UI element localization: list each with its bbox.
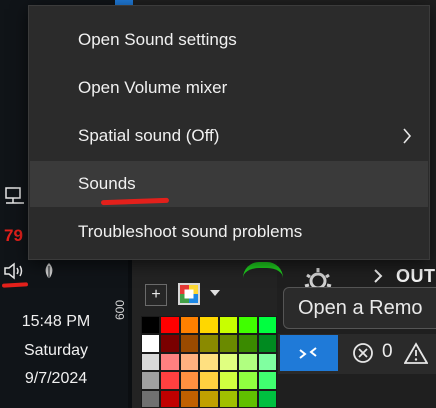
network-icon[interactable]: [3, 186, 27, 208]
color-swatch[interactable]: [238, 334, 258, 353]
menu-item-label: Open Sound settings: [78, 30, 237, 49]
clock-time[interactable]: 15:48 PM: [0, 313, 112, 331]
menu-item-open-volume-mixer[interactable]: Open Volume mixer: [30, 65, 428, 111]
menu-item-spatial-sound[interactable]: Spatial sound (Off): [30, 113, 428, 159]
chevron-right-icon[interactable]: [373, 268, 383, 284]
color-swatch[interactable]: [238, 316, 258, 335]
color-swatch[interactable]: [141, 334, 161, 353]
color-swatch[interactable]: [199, 389, 219, 408]
add-color-button[interactable]: +: [145, 284, 167, 306]
volume-context-menu: Open Sound settings Open Volume mixer Sp…: [28, 5, 430, 260]
color-swatch[interactable]: [199, 371, 219, 390]
color-swatch[interactable]: [141, 389, 161, 408]
chevron-right-icon: [403, 128, 412, 144]
color-swatch[interactable]: [218, 316, 239, 335]
color-swatch[interactable]: [179, 352, 200, 372]
color-swatch[interactable]: [179, 389, 200, 408]
color-swatch[interactable]: [199, 316, 219, 335]
color-swatch[interactable]: [257, 334, 277, 353]
palette-icon[interactable]: [178, 283, 200, 305]
menu-item-troubleshoot[interactable]: Troubleshoot sound problems: [30, 209, 428, 255]
color-swatch[interactable]: [160, 352, 180, 372]
color-swatch[interactable]: [199, 352, 219, 372]
output-section-label[interactable]: OUT: [396, 266, 436, 287]
menu-item-label: Open Volume mixer: [78, 78, 228, 97]
color-swatch[interactable]: [257, 316, 277, 335]
remote-tooltip: Open a Remo: [283, 287, 436, 329]
color-swatch[interactable]: [218, 371, 239, 390]
color-swatch[interactable]: [141, 371, 161, 390]
feather-icon[interactable]: [42, 262, 56, 280]
clock-date[interactable]: 9/7/2024: [0, 370, 112, 388]
clock-day[interactable]: Saturday: [0, 342, 112, 360]
color-swatch[interactable]: [238, 352, 258, 372]
color-swatch[interactable]: [257, 389, 277, 408]
color-swatch[interactable]: [257, 371, 277, 390]
menu-item-label: Spatial sound (Off): [78, 126, 220, 145]
color-swatch[interactable]: [179, 334, 200, 353]
error-icon[interactable]: [352, 342, 374, 364]
color-swatch[interactable]: [238, 389, 258, 408]
ruler-value: 600: [113, 299, 127, 320]
tray-red-number: 79: [4, 226, 23, 245]
color-swatch[interactable]: [160, 316, 180, 335]
error-count[interactable]: 0: [382, 341, 393, 363]
color-swatch-grid[interactable]: [141, 316, 277, 408]
warning-icon[interactable]: [404, 342, 428, 364]
menu-item-label: Troubleshoot sound problems: [78, 222, 303, 241]
color-swatch[interactable]: [160, 371, 180, 390]
menu-item-open-sound-settings[interactable]: Open Sound settings: [30, 17, 428, 63]
color-swatch[interactable]: [218, 389, 239, 408]
color-swatch[interactable]: [218, 352, 239, 372]
color-swatch[interactable]: [218, 334, 239, 353]
remote-connection-icon: [299, 347, 317, 359]
color-swatch[interactable]: [141, 316, 161, 335]
color-swatch[interactable]: [160, 334, 180, 353]
color-swatch[interactable]: [160, 389, 180, 408]
color-swatch[interactable]: [257, 352, 277, 372]
color-swatch[interactable]: [141, 352, 161, 372]
menu-item-label: Sounds: [78, 174, 136, 193]
color-swatch[interactable]: [179, 316, 200, 335]
palette-dropdown-caret[interactable]: [210, 290, 220, 296]
color-swatch[interactable]: [179, 371, 200, 390]
volume-icon[interactable]: [3, 261, 25, 281]
menu-item-sounds[interactable]: Sounds: [30, 161, 428, 207]
color-swatch[interactable]: [199, 334, 219, 353]
color-swatch[interactable]: [238, 371, 258, 390]
